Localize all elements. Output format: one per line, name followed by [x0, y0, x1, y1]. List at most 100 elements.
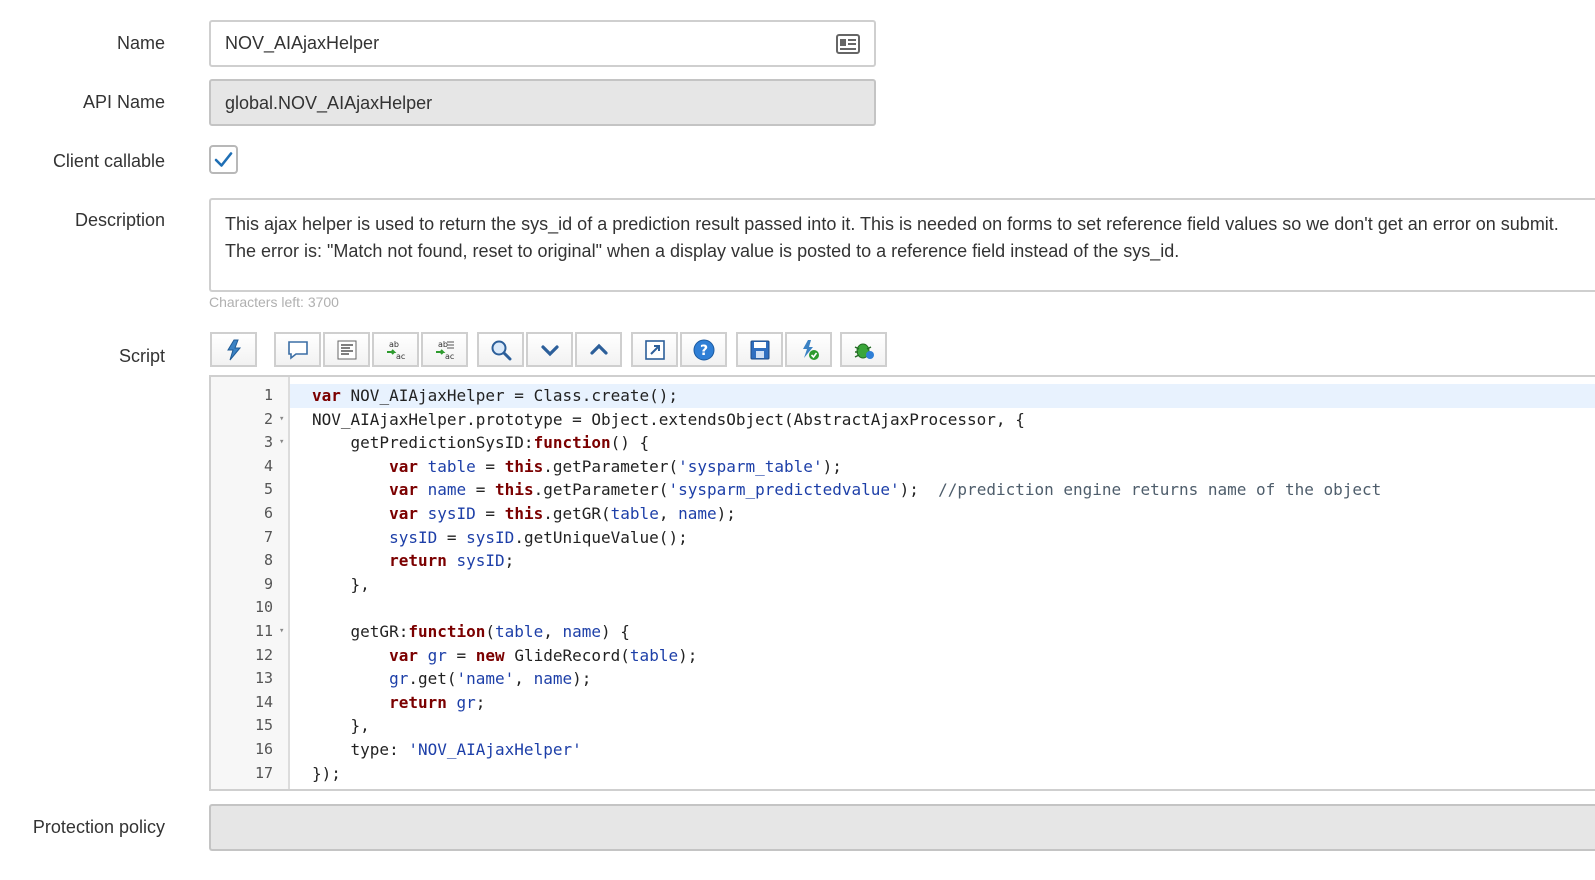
code-text[interactable]: var gr = new GlideRecord(table);: [312, 644, 697, 668]
debug-icon: [854, 343, 874, 359]
fold-arrow-icon[interactable]: ▾: [279, 431, 284, 455]
code-line[interactable]: 5 var name = this.getParameter('sysparm_…: [211, 478, 1595, 502]
line-number: 16: [254, 740, 273, 758]
replace-all-button[interactable]: ab ac: [421, 332, 468, 367]
help-icon: ?: [693, 339, 714, 360]
code-text[interactable]: NOV_AIAjaxHelper.prototype = Object.exte…: [312, 408, 1025, 432]
code-line[interactable]: 7 sysID = sysID.getUniqueValue();: [211, 526, 1595, 550]
comment-icon: [287, 340, 308, 360]
code-line[interactable]: 8 return sysID;: [211, 549, 1595, 573]
checkmark-icon: [214, 152, 233, 167]
name-input[interactable]: [211, 22, 785, 65]
code-text[interactable]: },: [312, 714, 370, 738]
code-line[interactable]: 15 },: [211, 714, 1595, 738]
svg-text:ac: ac: [445, 352, 454, 361]
api-name-label: API Name: [82, 92, 165, 112]
client-callable-label: Client callable: [52, 151, 165, 171]
description-text[interactable]: This ajax helper is used to return the s…: [211, 200, 1595, 276]
svg-text:ac: ac: [396, 352, 405, 361]
line-number: 9: [263, 574, 273, 593]
svg-text:ab: ab: [389, 340, 399, 349]
fullscreen-button[interactable]: [631, 332, 678, 367]
search-button[interactable]: [477, 332, 524, 367]
code-line[interactable]: 6 var sysID = this.getGR(table, name);: [211, 502, 1595, 526]
replace-icon: ab ac: [386, 340, 405, 361]
code-text[interactable]: return sysID;: [312, 549, 514, 573]
line-number: 8: [263, 551, 273, 570]
svg-text:?: ?: [699, 343, 707, 359]
comment-button[interactable]: [274, 332, 321, 367]
api-name-value: global.NOV_AIAjaxHelper: [225, 93, 433, 113]
toggle-syntax-icon: [226, 339, 241, 360]
line-number: 13: [254, 669, 273, 688]
format-code-icon: [337, 340, 356, 359]
check-script-icon: [802, 339, 819, 360]
line-number: 4: [263, 456, 273, 475]
search-icon: [491, 340, 511, 360]
reference-card-icon[interactable]: [836, 34, 860, 54]
fold-arrow-icon[interactable]: ▾: [279, 408, 284, 432]
toggle-syntax-button[interactable]: [210, 332, 257, 367]
line-number: 15: [254, 716, 273, 735]
check-script-button[interactable]: [785, 332, 832, 367]
code-line[interactable]: 14 return gr;: [211, 691, 1595, 715]
code-line[interactable]: 9 },: [211, 573, 1595, 597]
line-number: 12: [254, 645, 273, 664]
description-textarea[interactable]: This ajax helper is used to return the s…: [209, 198, 1595, 292]
search-previous-button[interactable]: [575, 332, 622, 367]
line-number: 5: [263, 480, 273, 499]
line-number: 1: [263, 386, 273, 404]
chevron-up-icon: [589, 343, 608, 355]
name-label: Name: [116, 33, 165, 53]
line-number: 6: [263, 504, 273, 522]
line-number: 17: [254, 763, 273, 782]
code-text[interactable]: var name = this.getParameter('sysparm_pr…: [312, 478, 1381, 502]
code-text[interactable]: });: [312, 762, 341, 786]
code-text[interactable]: getPredictionSysID:function() {: [312, 431, 650, 455]
replace-button[interactable]: ab ac: [372, 332, 419, 367]
chevron-down-icon: [540, 344, 559, 356]
code-text[interactable]: },: [312, 573, 370, 597]
search-next-button[interactable]: [526, 332, 573, 367]
code-text[interactable]: var NOV_AIAjaxHelper = Class.create();: [312, 384, 678, 408]
line-number: 11: [254, 622, 273, 640]
client-callable-checkbox[interactable]: [209, 145, 238, 174]
code-text[interactable]: return gr;: [312, 691, 485, 715]
line-number: 3: [263, 433, 273, 452]
fullscreen-icon: [644, 339, 665, 360]
script-editor[interactable]: 1 var NOV_AIAjaxHelper = Class.create(); 2…: [209, 375, 1595, 791]
api-name-field: global.NOV_AIAjaxHelper: [209, 79, 876, 126]
code-text[interactable]: gr.get('name', name);: [312, 667, 591, 691]
line-number: 10: [254, 598, 273, 617]
fold-arrow-icon[interactable]: ▾: [279, 620, 284, 644]
format-code-button[interactable]: [323, 332, 370, 367]
code-line[interactable]: 4 var table = this.getParameter('sysparm…: [211, 455, 1595, 479]
code-line[interactable]: 1 var NOV_AIAjaxHelper = Class.create();: [211, 384, 1595, 408]
code-text[interactable]: getGR:function(table, name) {: [312, 620, 630, 644]
svg-text:ab: ab: [438, 340, 448, 349]
line-number: 14: [254, 692, 273, 711]
code-line[interactable]: 10: [211, 596, 1595, 620]
save-icon: [750, 340, 769, 359]
code-line[interactable]: 12 var gr = new GlideRecord(table);: [211, 644, 1595, 668]
debug-button[interactable]: [840, 332, 887, 367]
help-button[interactable]: ?: [680, 332, 727, 367]
name-field[interactable]: [209, 20, 876, 67]
code-line[interactable]: 11 ▾ getGR:function(table, name) {: [211, 620, 1595, 644]
protection-policy-label: Protection policy: [32, 817, 165, 837]
characters-left-counter: Characters left: 3700: [209, 294, 339, 310]
code-text[interactable]: var sysID = this.getGR(table, name);: [312, 502, 736, 526]
code-text[interactable]: type: 'NOV_AIAjaxHelper': [312, 738, 582, 762]
code-line[interactable]: 2 ▾ NOV_AIAjaxHelper.prototype = Object.ex…: [211, 408, 1595, 432]
description-label: Description: [74, 210, 165, 230]
line-number: 2: [263, 409, 273, 428]
code-line[interactable]: 16 type: 'NOV_AIAjaxHelper': [211, 738, 1595, 762]
save-button[interactable]: [736, 332, 783, 367]
code-line[interactable]: 3 ▾ getPredictionSysID:function() {: [211, 431, 1595, 455]
code-line[interactable]: 17});: [211, 762, 1595, 786]
code-text[interactable]: var table = this.getParameter('sysparm_t…: [312, 455, 842, 479]
code-text[interactable]: sysID = sysID.getUniqueValue();: [312, 526, 688, 550]
line-number: 7: [263, 527, 273, 546]
protection-policy-select: [209, 804, 1595, 851]
code-line[interactable]: 13 gr.get('name', name);: [211, 667, 1595, 691]
